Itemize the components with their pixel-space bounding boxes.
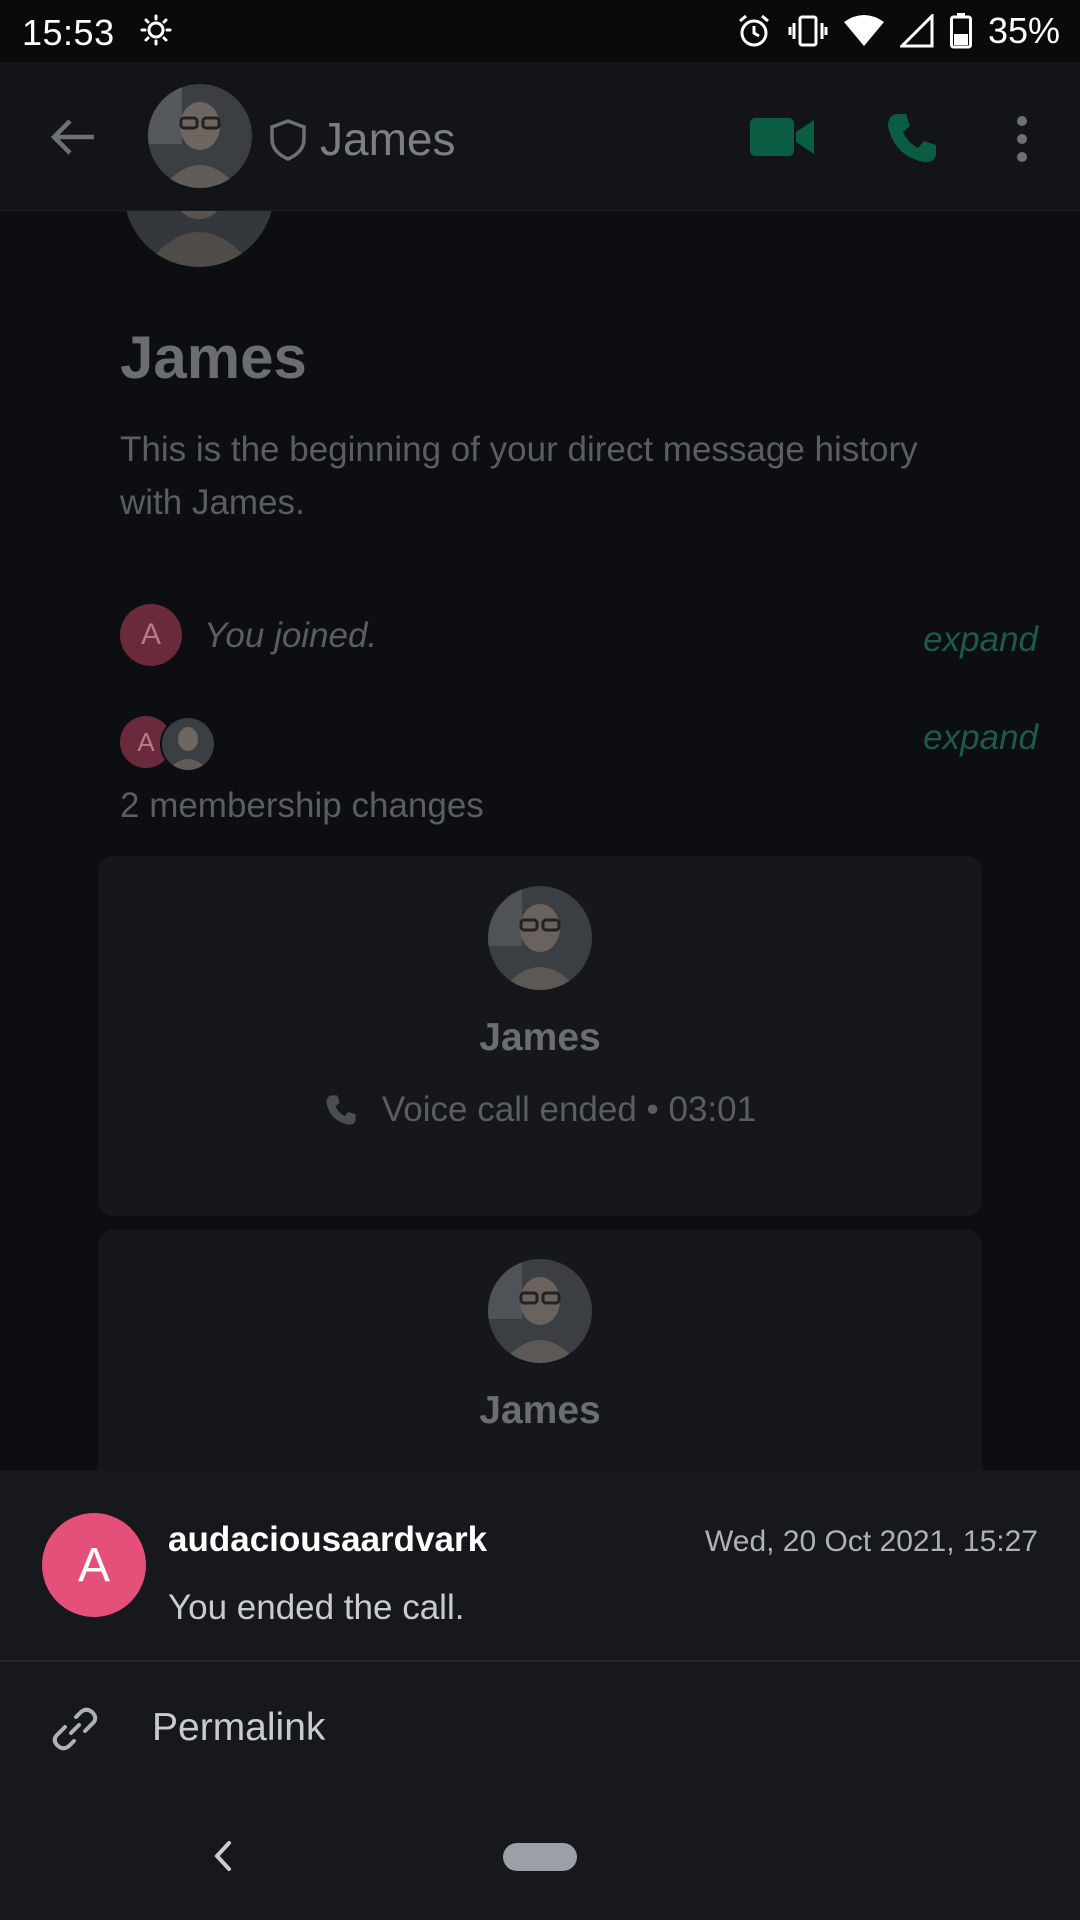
- room-name-heading: James: [120, 324, 307, 391]
- call-status: Voice call ended • 03:01: [98, 1090, 982, 1130]
- membership-changes-text: 2 membership changes: [120, 786, 484, 825]
- call-event-card[interactable]: James Voice call ended • 03:01: [98, 856, 982, 1216]
- video-call-icon[interactable]: [750, 114, 814, 160]
- status-icons: 35%: [736, 10, 1060, 52]
- phone-icon: [326, 1095, 356, 1125]
- permalink-label: Permalink: [152, 1706, 326, 1749]
- room-title[interactable]: James: [320, 112, 455, 166]
- sender-avatar[interactable]: A: [42, 1513, 146, 1617]
- timeline[interactable]: James This is the beginning of your dire…: [0, 211, 1080, 1470]
- call-status-text: Voice call ended • 03:01: [381, 1090, 757, 1129]
- vibrate-icon: [788, 15, 828, 47]
- back-arrow-icon[interactable]: [48, 112, 98, 162]
- caller-avatar: [488, 1259, 592, 1363]
- room-intro-text: This is the beginning of your direct mes…: [120, 430, 918, 522]
- room-avatar[interactable]: [148, 84, 252, 188]
- system-nav-bar: [0, 1793, 1080, 1920]
- joined-event: A You joined. expand: [120, 604, 1040, 668]
- expand-link[interactable]: expand: [923, 620, 1038, 660]
- caller-name: James: [479, 1016, 601, 1059]
- sender-name: audaciousaardvark: [168, 1520, 488, 1559]
- membership-event: A expand 2 membership changes: [120, 716, 1040, 826]
- battery-percent: 35%: [987, 10, 1060, 51]
- nav-back-icon[interactable]: [205, 1831, 241, 1881]
- more-vert-icon[interactable]: [1008, 114, 1036, 164]
- shield-icon: [270, 119, 306, 161]
- app-bar: James: [0, 62, 1080, 211]
- room-header-avatar: [124, 211, 274, 267]
- user-avatar: A: [120, 604, 182, 666]
- battery-icon: [949, 13, 972, 49]
- joined-event-text: You joined.: [204, 616, 378, 655]
- message-actions-sheet: A audaciousaardvark Wed, 20 Oct 2021, 15…: [0, 1470, 1080, 1793]
- message-body: You ended the call.: [168, 1588, 465, 1627]
- phone-call-icon[interactable]: [884, 110, 940, 166]
- alarm-icon: [738, 14, 769, 47]
- call-event-card[interactable]: James: [98, 1229, 982, 1470]
- expand-link[interactable]: expand: [923, 718, 1038, 758]
- wifi-icon: [843, 15, 884, 46]
- caller-avatar: [488, 886, 592, 990]
- status-bar: 15:53 35%: [0, 0, 1080, 62]
- permalink-action[interactable]: Permalink: [0, 1662, 1080, 1793]
- home-pill[interactable]: [503, 1843, 577, 1871]
- brightness-icon: [140, 14, 172, 46]
- link-icon: [52, 1707, 98, 1751]
- caller-name: James: [479, 1389, 601, 1432]
- cell-signal-icon: [899, 14, 934, 48]
- message-timestamp: Wed, 20 Oct 2021, 15:27: [704, 1525, 1038, 1558]
- clock: 15:53: [22, 12, 115, 53]
- member-avatar: [160, 716, 216, 772]
